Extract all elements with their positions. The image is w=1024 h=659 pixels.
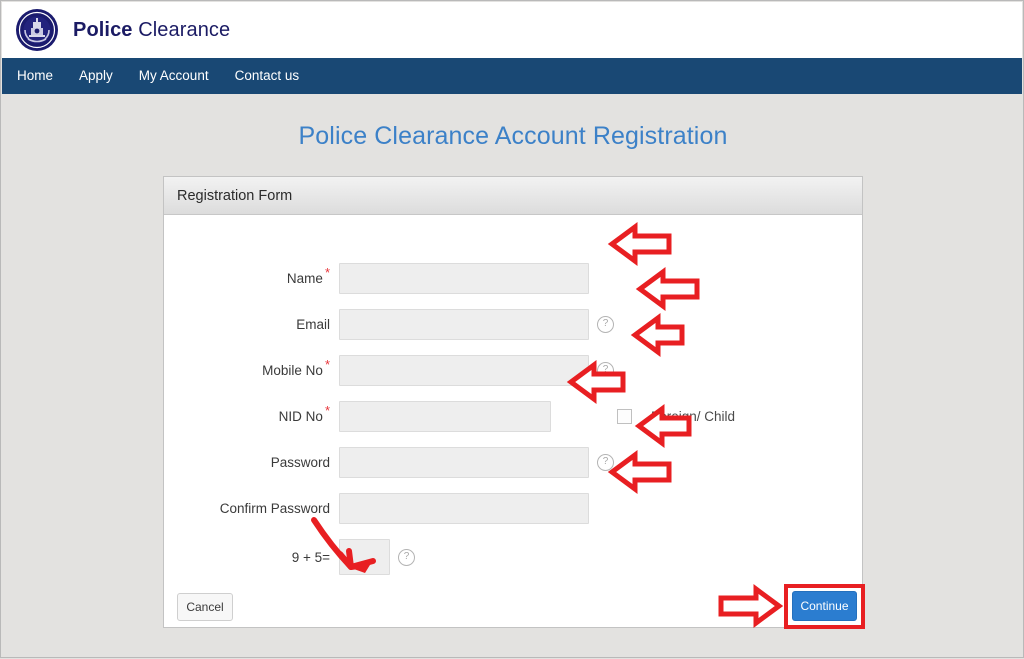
police-emblem-icon [16, 9, 58, 51]
foreign-child-checkbox-group[interactable]: Foreign/ Child [617, 408, 736, 424]
label-confirm-password: Confirm Password [219, 500, 330, 516]
nid-no-input[interactable] [339, 400, 551, 432]
email-input[interactable] [339, 308, 589, 340]
page-title: Police Clearance Account Registration [298, 122, 728, 150]
captcha-question-mark-icon[interactable]: ? [398, 548, 415, 566]
nav-item-apply[interactable]: Apply [66, 58, 126, 94]
form-row-name: Name * [164, 262, 862, 294]
foreign-child-checkbox[interactable] [617, 408, 632, 424]
form-row-mobile-no: Mobile No * ? [164, 354, 862, 386]
captcha-question-label: 9 + 5= [291, 549, 330, 565]
brand-title-regular: Clearance [132, 18, 231, 41]
required-asterisk-mobile-no: * [324, 357, 330, 372]
confirm-password-input[interactable] [339, 492, 589, 524]
name-input[interactable] [339, 262, 589, 294]
password-question-mark-icon[interactable]: ? [597, 453, 614, 471]
form-row-email: Email ? [164, 308, 862, 340]
mobile-no-input[interactable] [339, 354, 589, 386]
nav-item-my-account[interactable]: My Account [126, 58, 222, 94]
registration-form-panel: Registration Form Name * Email ? Mobile N… [163, 176, 865, 629]
brand-title-bold: Police [73, 18, 133, 41]
nav-item-contact-us[interactable]: Contact us [222, 58, 313, 94]
foreign-child-label: Foreign/ Child [651, 408, 736, 424]
email-question-mark-icon[interactable]: ? [597, 315, 614, 333]
label-nid-no: NID No * [278, 403, 330, 424]
label-password: Password [270, 454, 330, 470]
panel-body: Name * Email ? Mobile No * ? NID No * Fo… [164, 215, 865, 629]
captcha-input[interactable] [339, 539, 390, 575]
page-root: Police Clearance Home Apply My Account C… [0, 0, 1024, 658]
label-mobile-no: Mobile No * [262, 357, 330, 378]
cancel-button[interactable]: Cancel [177, 593, 233, 621]
password-input[interactable] [339, 446, 589, 478]
nav-item-home[interactable]: Home [4, 58, 66, 94]
continue-button[interactable]: Continue [792, 591, 857, 621]
panel-title: Registration Form [177, 187, 293, 204]
brand-title: Police Clearance [73, 19, 230, 42]
mobile-no-question-mark-icon[interactable]: ? [597, 361, 614, 379]
form-row-password: Password ? [164, 446, 862, 478]
form-row-nid-no: NID No * Foreign/ Child [164, 400, 862, 432]
label-name: Name * [286, 265, 330, 286]
form-row-confirm-password: Confirm Password [164, 492, 862, 524]
required-asterisk-nid-no: * [324, 403, 330, 418]
panel-header: Registration Form [164, 177, 862, 215]
required-asterisk-name: * [324, 265, 330, 280]
form-row-captcha: 9 + 5= ? [164, 537, 862, 577]
label-email: Email [296, 316, 330, 332]
main-navigation: Home Apply My Account Contact us [2, 58, 1022, 94]
brand-header: Police Clearance [2, 2, 1022, 58]
